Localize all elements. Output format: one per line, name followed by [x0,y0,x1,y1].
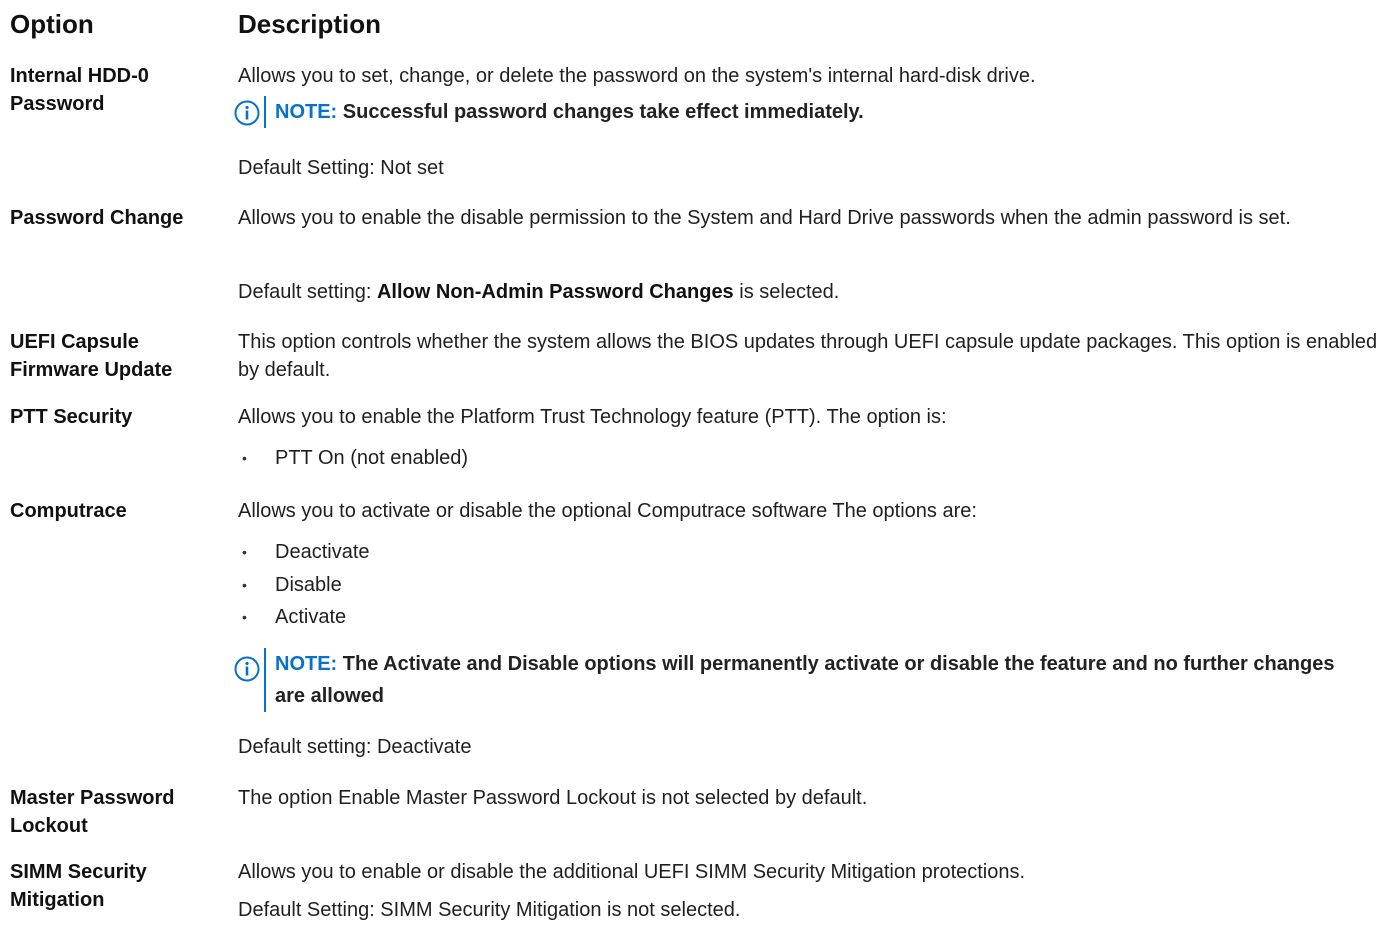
column-header-option: Option [10,9,94,39]
default-computrace: Default setting: Deactivate [238,736,472,758]
description-password-change: Allows you to enable the disable permiss… [238,207,1291,229]
option-simm-security-mitigation: SIMM Security Mitigation [10,861,147,911]
list-item: • Activate [238,601,370,634]
default-password-change: Default setting: Allow Non-Admin Passwor… [238,278,1378,306]
option-computrace: Computrace [10,500,127,522]
description-internal-hdd-password: Allows you to set, change, or delete the… [238,65,1036,87]
info-circle-icon [230,648,264,682]
option-ptt-security: PTT Security [10,406,133,428]
list-item: • Disable [238,569,370,602]
note-text: NOTE: The Activate and Disable options w… [264,648,1350,712]
default-internal-hdd-password: Default Setting: Not set [238,157,444,179]
note-body: The Activate and Disable options will pe… [275,653,1335,707]
default-suffix: is selected. [739,281,840,303]
note-computrace: NOTE: The Activate and Disable options w… [230,648,1350,712]
default-simm-security-mitigation: Default Setting: SIMM Security Mitigatio… [238,899,741,921]
bullet-dot: • [242,450,247,466]
option-master-password-lockout: Master Password Lockout [10,787,175,837]
note-body: Successful password changes take effect … [342,101,864,123]
note-label: NOTE: [275,653,338,675]
list-item: • Deactivate [238,536,370,569]
description-simm-security-mitigation: Allows you to enable or disable the addi… [238,861,1026,883]
option-uefi-capsule-firmware-update: UEFI Capsule Firmware Update [10,331,173,381]
option-password-change: Password Change [10,207,184,229]
default-prefix: Default setting: [238,281,372,303]
description-computrace: Allows you to activate or disable the op… [238,500,977,522]
option-internal-hdd-password: Internal HDD-0 Password [10,65,149,115]
ptt-options-list: • PTT On (not enabled) [238,442,468,475]
description-uefi-capsule-firmware-update: This option controls whether the system … [238,331,1378,381]
column-header-description: Description [238,9,382,39]
default-value: Allow Non-Admin Password Changes [376,281,734,303]
bullet-dot: • [242,576,247,593]
bullet-dot: • [242,544,247,560]
computrace-options-list: • Deactivate • Disable • Activate [238,536,370,634]
note-text: NOTE: Successful password changes take e… [264,96,864,128]
note-label: NOTE: [275,101,338,123]
note-hdd-password: NOTE: Successful password changes take e… [230,96,1370,128]
bullet-dot: • [242,609,247,625]
list-item: • PTT On (not enabled) [238,442,468,475]
description-ptt-security: Allows you to enable the Platform Trust … [238,406,947,428]
info-circle-icon [230,96,264,126]
description-master-password-lockout: The option Enable Master Password Lockou… [238,787,868,809]
